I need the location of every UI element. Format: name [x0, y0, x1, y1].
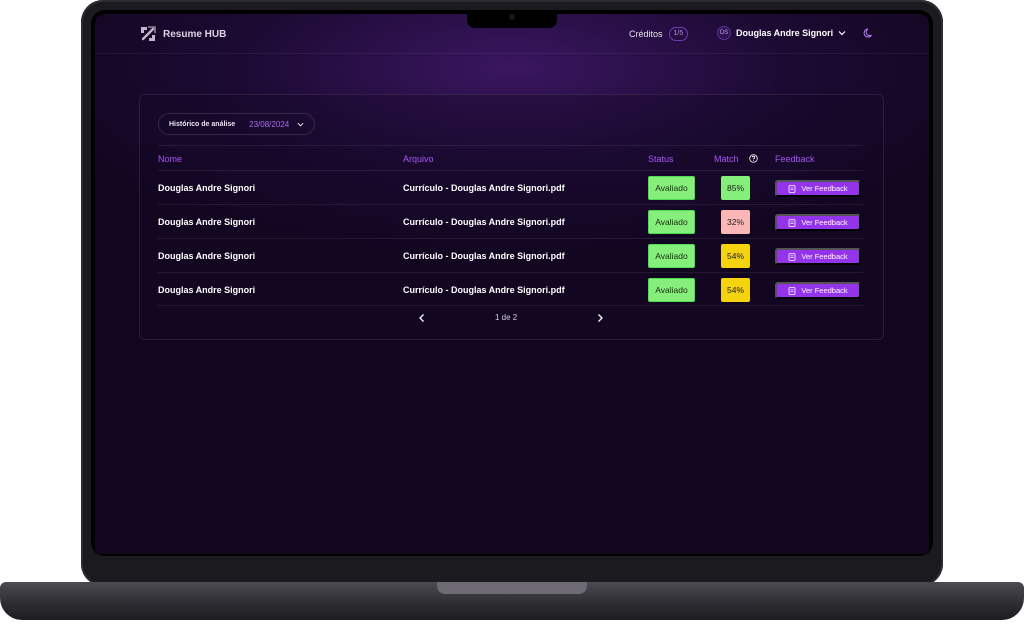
view-feedback-button[interactable]: Ver Feedback [775, 214, 861, 231]
chevron-right-icon[interactable] [595, 313, 605, 323]
app-name: Resume HUB [163, 28, 227, 40]
column-header-arquivo: Arquivo [403, 154, 434, 164]
history-date-select[interactable]: Histórico de análise 23/08/2024 [158, 113, 316, 135]
history-label: Histórico de análise [169, 120, 236, 128]
user-name: Douglas Andre Signori [736, 28, 834, 38]
status-badge: Avaliado [648, 244, 695, 268]
row-file[interactable]: Currículo - Douglas Andre Signori.pdf [403, 285, 565, 295]
row-name: Douglas Andre Signori [158, 285, 256, 295]
document-icon [788, 286, 796, 295]
app-screen: Resume HUB Créditos 1/5 DS Douglas Andre… [95, 14, 929, 554]
document-icon [788, 218, 796, 227]
chevron-left-icon[interactable] [417, 313, 427, 323]
view-feedback-label: Ver Feedback [801, 218, 848, 227]
view-feedback-label: Ver Feedback [801, 286, 848, 295]
document-icon [788, 184, 796, 193]
brand[interactable]: Resume HUB [139, 25, 226, 43]
match-badge: 32% [721, 210, 750, 234]
history-card: Histórico de análise 23/08/2024 Nome Arq… [139, 94, 884, 340]
match-badge: 54% [721, 244, 750, 268]
credits-badge: 1/5 [668, 27, 689, 41]
column-header-status: Status [648, 154, 674, 164]
column-header-nome: Nome [158, 154, 183, 164]
user-menu[interactable]: DS Douglas Andre Signori [717, 26, 846, 40]
table-row: Douglas Andre Signori Currículo - Dougla… [158, 204, 863, 238]
row-name: Douglas Andre Signori [158, 251, 256, 261]
moon-icon[interactable] [863, 27, 875, 39]
logo-icon [141, 26, 156, 41]
row-file[interactable]: Currículo - Douglas Andre Signori.pdf [403, 217, 565, 227]
pagination: 1 de 2 [140, 311, 885, 327]
column-header-feedback: Feedback [775, 154, 815, 164]
table-header: Nome Arquivo Status Match Feedback [158, 145, 863, 170]
status-badge: Avaliado [648, 278, 695, 302]
chevron-down-icon [838, 31, 846, 36]
view-feedback-button[interactable]: Ver Feedback [775, 248, 861, 265]
view-feedback-label: Ver Feedback [801, 184, 848, 193]
match-badge: 85% [721, 176, 750, 200]
page-indicator: 1 de 2 [495, 313, 518, 322]
row-name: Douglas Andre Signori [158, 183, 256, 193]
help-icon[interactable] [749, 154, 758, 163]
column-header-match: Match [714, 154, 739, 164]
status-badge: Avaliado [648, 210, 695, 234]
table-row: Douglas Andre Signori Currículo - Dougla… [158, 170, 863, 204]
credits: Créditos 1/5 [629, 27, 689, 41]
row-name: Douglas Andre Signori [158, 217, 256, 227]
camera-icon [509, 14, 515, 20]
view-feedback-button[interactable]: Ver Feedback [775, 282, 861, 299]
laptop-hinge [437, 582, 587, 594]
avatar: DS [717, 26, 731, 40]
view-feedback-button[interactable]: Ver Feedback [775, 180, 861, 197]
table-row: Douglas Andre Signori Currículo - Dougla… [158, 238, 863, 272]
status-badge: Avaliado [648, 176, 695, 200]
view-feedback-label: Ver Feedback [801, 252, 848, 261]
table-row: Douglas Andre Signori Currículo - Dougla… [158, 272, 863, 306]
row-file[interactable]: Currículo - Douglas Andre Signori.pdf [403, 183, 565, 193]
chevron-down-icon [297, 122, 304, 127]
credits-label: Créditos [629, 29, 663, 39]
document-icon [788, 252, 796, 261]
history-date: 23/08/2024 [249, 119, 290, 129]
match-badge: 54% [721, 278, 750, 302]
row-file[interactable]: Currículo - Douglas Andre Signori.pdf [403, 251, 565, 261]
